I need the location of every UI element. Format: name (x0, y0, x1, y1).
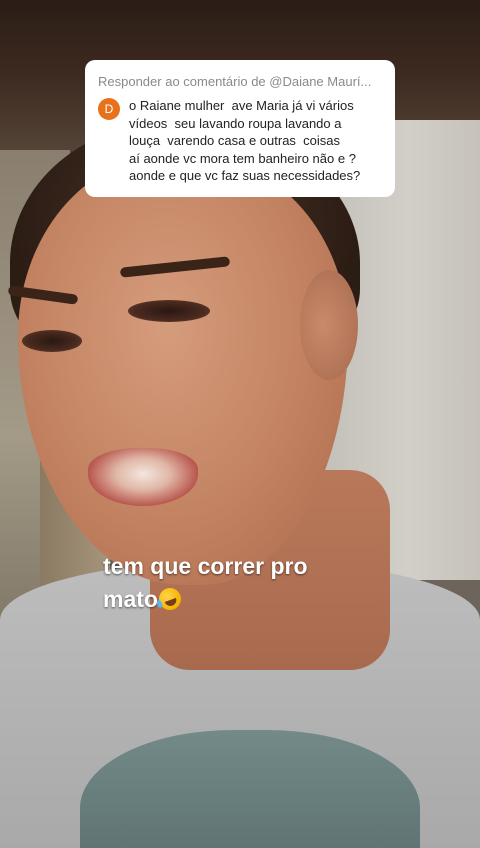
rolling-on-floor-laughing-icon (155, 584, 185, 614)
comment-reply-card[interactable]: Responder ao comentário de @Daiane Maurí… (85, 60, 395, 197)
comment-text: o Raiane mulher ave Maria já vi vários v… (129, 98, 361, 183)
reply-header: Responder ao comentário de @Daiane Maurí… (98, 74, 372, 89)
video-caption: tem que correr pro mato (103, 550, 403, 616)
commenter-avatar: D (98, 98, 120, 120)
person-eye-right (128, 300, 210, 322)
person-eye-left (22, 330, 82, 352)
caption-text: tem que correr pro mato (103, 553, 308, 612)
reply-body: D o Raiane mulher ave Maria já vi vários… (98, 97, 381, 185)
video-frame[interactable]: Responder ao comentário de @Daiane Maurí… (0, 0, 480, 848)
person-ear (300, 270, 358, 380)
